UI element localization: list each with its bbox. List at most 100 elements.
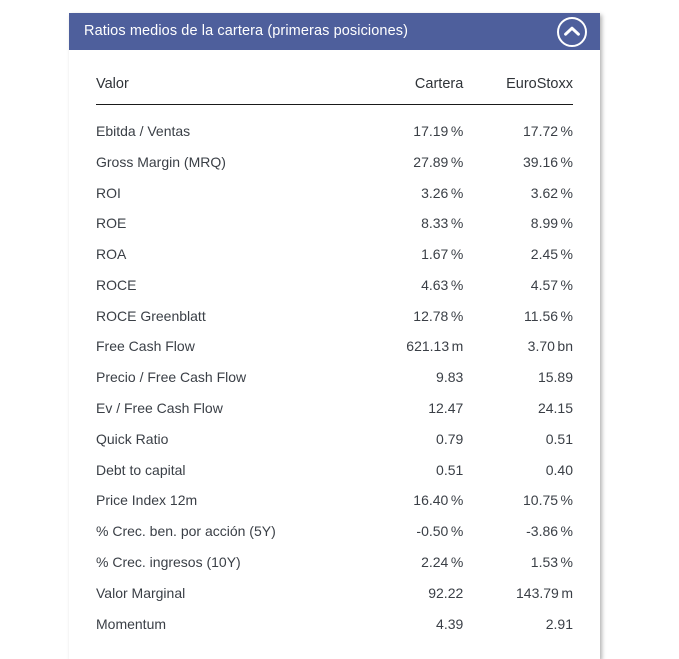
cell-cartera: -0.50% [354, 516, 463, 547]
cell-cartera: 8.33% [354, 208, 463, 239]
cell-eurostoxx: 39.16% [463, 146, 573, 177]
cell-eurostoxx: 15.89 [463, 362, 573, 393]
cell-eurostoxx-unit: % [560, 215, 573, 232]
cell-eurostoxx-number: 0.51 [545, 430, 573, 447]
cell-eurostoxx: 4.57% [463, 270, 573, 301]
table-row: ROE 8.33% 8.99% [96, 208, 573, 239]
card-header: Ratios medios de la cartera (primeras po… [69, 13, 600, 50]
cell-valor: Momentum [96, 615, 167, 632]
cell-eurostoxx-unit: % [560, 523, 573, 540]
cell-cartera: 17.19% [354, 105, 464, 147]
cell-valor: % Crec. ben. por acción (5Y) [96, 523, 276, 540]
table-row: Quick Ratio 0.79 0.51 [96, 423, 573, 454]
cell-eurostoxx: 11.56% [463, 300, 573, 331]
collapse-toggle-button[interactable] [557, 16, 587, 47]
cell-cartera-number: 12.47 [428, 400, 464, 417]
cell-cartera-number: 0.51 [436, 461, 464, 478]
column-header-eurostoxx: EuroStoxx [463, 50, 573, 105]
cell-cartera-unit: % [450, 123, 464, 139]
ratios-table: Valor Cartera EuroStoxx Ebitda / Ventas 1… [96, 50, 573, 639]
cell-eurostoxx: 0.40 [463, 454, 573, 485]
cell-valor: Ev / Free Cash Flow [96, 400, 223, 417]
cell-eurostoxx: 1.53% [463, 547, 573, 578]
cell-cartera-unit: % [450, 492, 464, 509]
cell-cartera-unit: % [450, 553, 464, 570]
cell-eurostoxx: 3.62% [463, 177, 573, 208]
cell-cartera-number: -0.50 [416, 523, 449, 540]
cell-valor: ROCE [96, 276, 137, 293]
table-row: % Crec. ingresos (10Y) 2.24% 1.53% [96, 547, 573, 578]
table-header-row: Valor Cartera EuroStoxx [96, 50, 573, 105]
cell-eurostoxx-unit: bn [557, 338, 573, 355]
cell-cartera-unit: % [450, 246, 464, 263]
table-row: ROI 3.26% 3.62% [96, 177, 573, 208]
cell-eurostoxx-number: 0.40 [545, 461, 573, 478]
cell-cartera-number: 1.67 [421, 246, 449, 263]
table-row: Price Index 12m 16.40% 10.75% [96, 485, 573, 516]
cell-eurostoxx-number: 2.91 [545, 615, 573, 632]
cell-cartera: 3.26% [354, 177, 463, 208]
cell-eurostoxx: 3.70 bn [463, 331, 573, 362]
table-row: Ev / Free Cash Flow 12.47 24.15 [96, 393, 573, 424]
cell-eurostoxx-number: 15.89 [537, 369, 573, 386]
cell-cartera: 4.39 [354, 608, 464, 639]
cell-cartera: 16.40% [354, 485, 464, 516]
cell-eurostoxx-number: 143.79 [516, 584, 559, 601]
cell-eurostoxx-unit: % [560, 184, 573, 201]
cell-eurostoxx-unit: % [560, 276, 573, 293]
table-row: Momentum 4.39 2.91 [96, 608, 573, 639]
cell-eurostoxx-unit: % [560, 492, 573, 509]
cell-cartera: 92.22 [354, 577, 464, 608]
cell-valor: ROA [96, 246, 127, 263]
cell-valor: ROI [96, 184, 121, 201]
card-body: Valor Cartera EuroStoxx Ebitda / Ventas 1… [69, 50, 600, 659]
cell-cartera-number: 9.83 [436, 369, 464, 386]
cell-cartera-number: 4.39 [436, 615, 464, 632]
cell-eurostoxx-number: 17.72 [523, 123, 559, 139]
cell-cartera: 0.79 [354, 423, 463, 454]
cell-cartera: 0.51 [354, 454, 464, 485]
table-row: ROA 1.67% 2.45% [96, 239, 573, 270]
cell-eurostoxx: 0.51 [463, 423, 573, 454]
cell-eurostoxx: 10.75% [463, 485, 573, 516]
cell-valor: Valor Marginal [96, 584, 186, 601]
cell-cartera: 27.89% [354, 146, 463, 177]
cell-cartera-number: 8.33 [421, 215, 449, 232]
cell-eurostoxx: 2.91 [463, 608, 573, 639]
cell-eurostoxx-unit: % [560, 123, 573, 139]
cell-cartera-number: 17.19 [413, 123, 449, 139]
cell-eurostoxx: -3.86% [463, 516, 573, 547]
cell-valor: ROCE Greenblatt [96, 307, 206, 324]
cell-cartera-unit: m [451, 338, 464, 355]
cell-valor: Price Index 12m [96, 492, 198, 509]
cell-eurostoxx-number: 11.56 [524, 307, 559, 324]
table-row: ROCE Greenblatt 12.78% 11.56% [96, 300, 573, 331]
cell-eurostoxx-unit: % [560, 153, 573, 170]
cell-eurostoxx-unit: % [560, 553, 573, 570]
cell-eurostoxx-unit: % [560, 307, 573, 324]
table-row: Gross Margin (MRQ) 27.89% 39.16% [96, 146, 573, 177]
cell-cartera-number: 27.89 [413, 153, 449, 170]
cell-eurostoxx: 2.45% [463, 239, 573, 270]
cell-valor: % Crec. ingresos (10Y) [96, 553, 241, 570]
column-header-valor: Valor [96, 50, 354, 105]
table-row: Ebitda / Ventas 17.19% 17.72% [96, 105, 573, 147]
cell-eurostoxx-number: 2.45 [530, 246, 559, 263]
cell-eurostoxx: 143.79 m [463, 577, 573, 608]
table-row: Precio / Free Cash Flow 9.83 15.89 [96, 362, 573, 393]
cell-cartera-number: 4.63 [421, 276, 449, 293]
cell-valor: Debt to capital [96, 461, 186, 478]
cell-cartera-number: 92.22 [428, 584, 464, 601]
cell-valor: Ebitda / Ventas [96, 123, 191, 139]
table-head: Valor Cartera EuroStoxx [96, 50, 573, 105]
table-row: Debt to capital 0.51 0.40 [96, 454, 573, 485]
cell-cartera-number: 12.78 [413, 307, 449, 324]
cell-cartera-number: 2.24 [421, 553, 449, 570]
cell-cartera-number: 16.40 [413, 492, 449, 509]
cell-cartera-number: 621.13 [406, 338, 450, 355]
cell-eurostoxx: 8.99% [463, 208, 573, 239]
cell-cartera-number: 3.26 [421, 184, 449, 201]
cell-eurostoxx-number: 39.16 [523, 153, 559, 170]
cell-valor: Free Cash Flow [96, 338, 195, 355]
cell-cartera: 2.24% [354, 547, 464, 578]
